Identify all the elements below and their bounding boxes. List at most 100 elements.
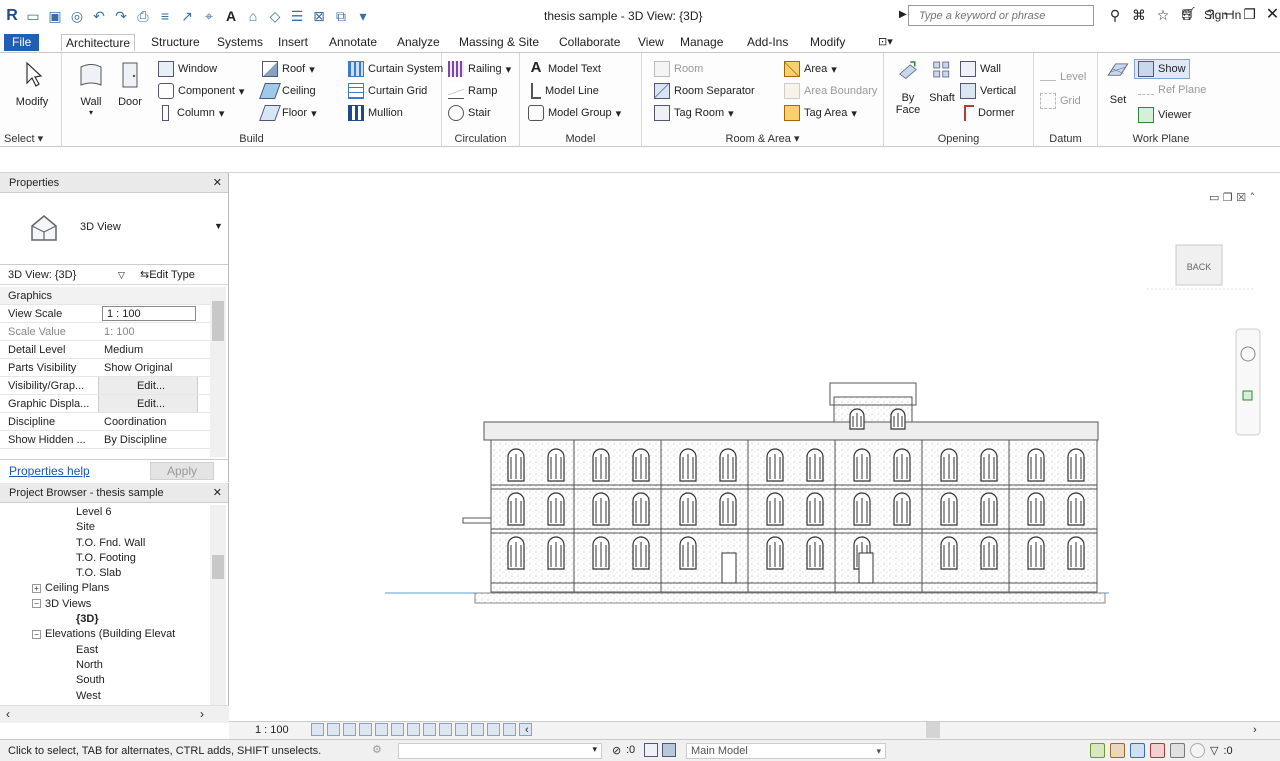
type-dropdown-icon[interactable]: ▼ xyxy=(214,221,223,231)
model-group-button[interactable]: Model Group ▾ xyxy=(528,105,621,121)
expand-icon[interactable]: + xyxy=(32,584,41,594)
background-processes-icon[interactable] xyxy=(1190,743,1205,758)
tab-add-ins[interactable]: Add-Ins xyxy=(743,34,792,51)
canvas-scroll-left-icon[interactable]: ‹ xyxy=(525,724,529,736)
wall-opening-button[interactable]: Wall xyxy=(960,61,1001,77)
view-window-controls-icon[interactable]: ▭ ❐ ☒ ˄ xyxy=(1209,191,1255,204)
window-button[interactable]: Window xyxy=(158,61,217,77)
browser-scroll-thumb[interactable] xyxy=(212,555,224,579)
cart-icon[interactable]: 🛒︎ xyxy=(1180,6,1197,22)
browser-horizontal-scrollbar[interactable]: ‹ › xyxy=(0,705,229,723)
show-work-plane-button[interactable]: Show xyxy=(1134,59,1190,79)
viewer-button[interactable]: Viewer xyxy=(1138,107,1191,123)
customize-qat-icon[interactable]: ▾ xyxy=(354,7,372,25)
scroll-right-icon[interactable]: › xyxy=(200,707,204,721)
filter-icon[interactable]: ▽ xyxy=(1210,744,1218,757)
browser-node[interactable]: T.O. Fnd. Wall xyxy=(0,536,210,551)
save-icon[interactable]: ▣ xyxy=(46,7,64,25)
revit-logo-icon[interactable]: R xyxy=(4,7,20,25)
open-icon[interactable]: ▭ xyxy=(24,7,42,25)
navigation-bar[interactable] xyxy=(1235,328,1261,436)
select-dropdown[interactable]: Select ▾ xyxy=(0,132,61,145)
measure-icon[interactable]: ≡ xyxy=(156,7,174,25)
ref-plane-button[interactable]: Ref Plane xyxy=(1138,84,1206,96)
collapse-icon[interactable]: − xyxy=(32,599,41,609)
sun-path-icon[interactable] xyxy=(343,723,356,736)
prop-row-graphic-display[interactable]: Graphic Displa... Edit... xyxy=(0,395,210,413)
tab-massing-site[interactable]: Massing & Site xyxy=(455,34,543,51)
tab-collaborate[interactable]: Collaborate xyxy=(555,34,624,51)
tab-manage[interactable]: Manage xyxy=(676,34,727,51)
apply-button[interactable]: Apply xyxy=(150,462,214,480)
area-button[interactable]: Area ▾ xyxy=(784,61,837,77)
tab-modify[interactable]: Modify xyxy=(806,34,849,51)
binoculars-icon[interactable]: ⚲ xyxy=(1106,6,1124,24)
browser-node[interactable]: T.O. Footing xyxy=(0,551,210,566)
ribbon-minimize-icon[interactable]: ⊡▾ xyxy=(874,34,897,51)
type-selector[interactable]: 3D View ▼ xyxy=(0,193,228,265)
curtain-grid-button[interactable]: Curtain Grid xyxy=(348,83,427,99)
modify-button[interactable]: Modify xyxy=(10,59,54,108)
railing-dropdown-icon[interactable]: ▾ xyxy=(506,63,512,76)
subscription-icon[interactable]: ⌘ xyxy=(1130,6,1148,24)
search-expand-icon[interactable]: ▶ xyxy=(899,9,907,20)
close-icon[interactable]: ✕ xyxy=(213,173,222,193)
design-option-dropdown-icon[interactable]: ▾ xyxy=(876,744,881,758)
select-by-face-icon[interactable] xyxy=(1150,743,1165,758)
prop-row-detail-level[interactable]: Detail Level Medium xyxy=(0,341,210,359)
room-button[interactable]: Room xyxy=(654,61,703,77)
instance-selector[interactable]: 3D View: {3D} ▽ ⇆Edit Type xyxy=(0,265,228,285)
browser-node[interactable]: Level 6 xyxy=(0,505,210,520)
design-option-selector[interactable]: Main Model ▾ xyxy=(686,743,886,759)
canvas-scroll-right-icon[interactable]: › xyxy=(1253,724,1257,736)
floor-dropdown-icon[interactable]: ▾ xyxy=(311,107,317,120)
wall-dropdown-icon[interactable]: ▾ xyxy=(72,108,110,117)
render-icon[interactable] xyxy=(375,723,388,736)
main-model-icon[interactable] xyxy=(662,743,676,757)
tag-icon[interactable]: ⌖ xyxy=(200,7,218,25)
temp-hide-icon[interactable] xyxy=(439,723,452,736)
browser-node[interactable]: + Ceiling Plans xyxy=(0,581,210,596)
browser-node[interactable]: Site xyxy=(0,520,210,535)
model-text-button[interactable]: A Model Text xyxy=(528,60,601,77)
grid-button[interactable]: Grid xyxy=(1040,93,1081,109)
properties-scrollbar[interactable] xyxy=(210,287,226,457)
switch-windows-icon[interactable]: ⧉ xyxy=(332,7,350,25)
door-button[interactable]: Door xyxy=(112,59,148,108)
analytical-model-icon[interactable] xyxy=(487,723,500,736)
roof-button[interactable]: Roof ▾ xyxy=(262,61,315,77)
view-scale-input[interactable]: 1 : 100 xyxy=(102,306,196,321)
close-icon[interactable]: ✕ xyxy=(1266,4,1279,24)
prop-row-discipline[interactable]: Discipline Coordination xyxy=(0,413,210,431)
vertical-opening-button[interactable]: Vertical xyxy=(960,83,1016,99)
workset-dropdown-icon[interactable]: ▾ xyxy=(592,744,597,755)
text-icon[interactable]: A xyxy=(222,7,240,25)
stair-button[interactable]: Stair xyxy=(448,105,491,121)
properties-scroll-thumb[interactable] xyxy=(212,301,224,341)
select-links-icon[interactable] xyxy=(1090,743,1105,758)
show-crop-icon[interactable] xyxy=(407,723,420,736)
highlight-displacement-icon[interactable] xyxy=(503,723,516,736)
railing-button[interactable]: Railing ▾ xyxy=(448,61,511,77)
browser-node[interactable]: T.O. Slab xyxy=(0,566,210,581)
prop-row-view-scale[interactable]: View Scale 1 : 100 xyxy=(0,305,210,323)
component-button[interactable]: Component ▾ xyxy=(158,83,244,99)
roof-dropdown-icon[interactable]: ▾ xyxy=(309,63,315,76)
editable-only-icon[interactable]: ⊘ xyxy=(612,744,621,757)
prop-row-parts-visibility[interactable]: Parts Visibility Show Original xyxy=(0,359,210,377)
browser-node[interactable]: −3D Views xyxy=(0,597,210,612)
worksharing-icon[interactable] xyxy=(471,723,484,736)
properties-help-link[interactable]: Properties help xyxy=(9,464,90,478)
workset-selector[interactable]: ▾ xyxy=(398,743,602,759)
zoom-region-icon[interactable] xyxy=(1242,390,1253,401)
dimension-icon[interactable]: ↗ xyxy=(178,7,196,25)
sync-icon[interactable]: ◎ xyxy=(68,7,86,25)
browser-node[interactable]: {3D} xyxy=(0,612,210,627)
tag-area-dropdown-icon[interactable]: ▾ xyxy=(851,107,857,120)
tab-structure[interactable]: Structure xyxy=(147,34,204,51)
tab-analyze[interactable]: Analyze xyxy=(393,34,444,51)
area-boundary-button[interactable]: Area Boundary xyxy=(784,83,877,99)
close-icon[interactable]: ✕ xyxy=(213,483,222,503)
dormer-button[interactable]: Dormer xyxy=(960,105,1015,121)
shaft-button[interactable]: Shaft xyxy=(926,59,958,104)
